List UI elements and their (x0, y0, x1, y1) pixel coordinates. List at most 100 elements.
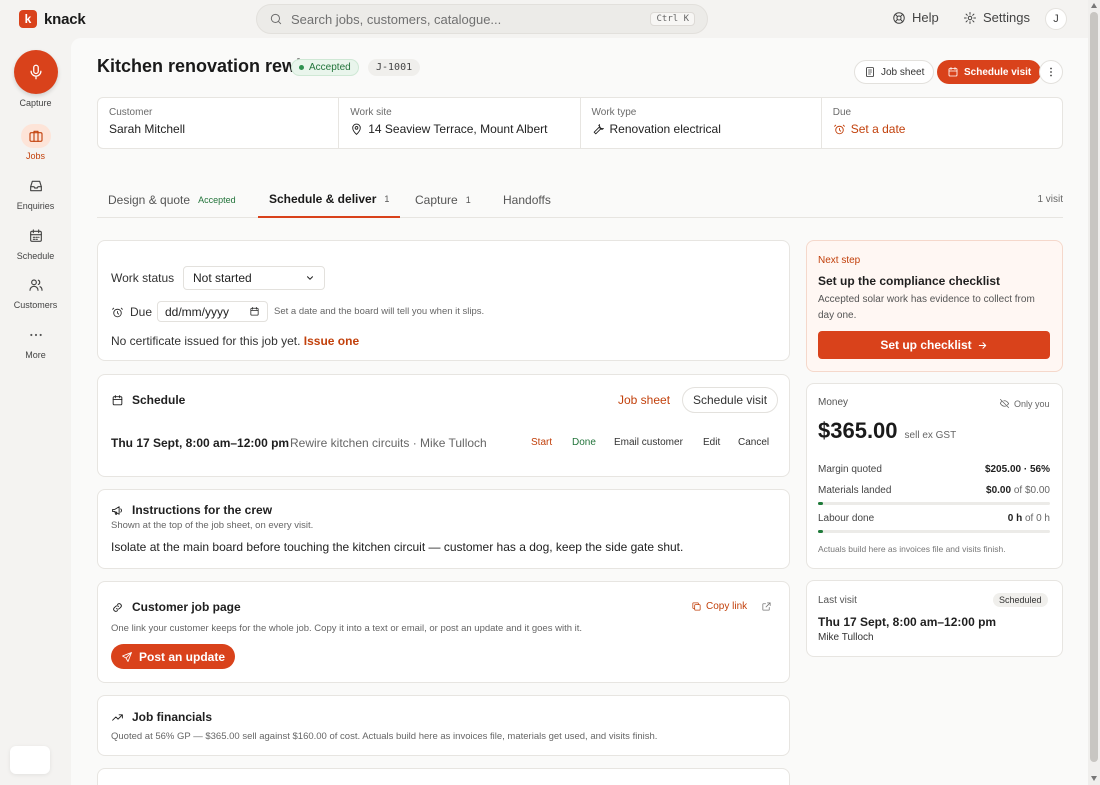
tab-design-quote[interactable]: Design & quote Accepted (97, 182, 247, 218)
settings-button[interactable]: Settings (963, 10, 1030, 25)
help-button[interactable]: Help (892, 10, 939, 25)
labour-of: of 0 h (1024, 513, 1050, 524)
next-step-body: Accepted solar work has evidence to coll… (818, 294, 1035, 321)
margin-label: Margin quoted (818, 464, 882, 475)
post-update-label: Post an update (139, 649, 226, 664)
copy-link-label: Copy link (706, 601, 748, 612)
scroll-down-arrow-icon[interactable] (1091, 776, 1097, 781)
more-options-button[interactable] (1039, 60, 1063, 84)
labour-label: Labour done (818, 513, 875, 524)
visit-edit-button[interactable]: Edit (703, 437, 720, 448)
nav-item-enquiries[interactable]: Enquiries (0, 174, 71, 211)
financials-title: Job financials (111, 710, 212, 724)
visit-cancel-button[interactable]: Cancel (738, 437, 769, 448)
work-status-value: Not started (193, 271, 252, 285)
help-label: Help (912, 10, 939, 25)
due-date-input[interactable]: dd/mm/yyyy (157, 301, 268, 322)
customer-page-title-text: Customer job page (132, 600, 241, 614)
chevron-down-icon (305, 273, 315, 283)
kebab-icon (1045, 66, 1057, 78)
nav-item-more[interactable]: More (0, 323, 71, 360)
tab-capture[interactable]: Capture 1 (404, 182, 482, 218)
alarm-clock-icon (833, 123, 846, 136)
info-due-value: Set a date (850, 122, 906, 136)
top-bar: k knack Ctrl K Help Settings J (0, 0, 1090, 38)
tab-schedule-deliver[interactable]: Schedule & deliver 1 (258, 182, 401, 218)
labour-value: 0 h (1007, 513, 1023, 524)
money-footnote: Actuals build here as invoices file and … (818, 544, 1006, 554)
visit-done-button[interactable]: Done (572, 437, 596, 448)
labour-progress-fill (818, 530, 823, 533)
due-date-placeholder: dd/mm/yyyy (165, 304, 230, 319)
nav-item-jobs[interactable]: Jobs (0, 124, 71, 161)
status-dot (299, 65, 304, 70)
customer-page-subtitle: One link your customer keeps for the who… (111, 623, 583, 634)
work-status-select[interactable]: Not started (183, 266, 325, 290)
post-update-button[interactable]: Post an update (111, 644, 236, 669)
info-site[interactable]: Work site 14 Seaview Terrace, Mount Albe… (339, 98, 581, 148)
page-scrollbar[interactable] (1088, 0, 1100, 785)
instructions-title-text: Instructions for the crew (132, 503, 273, 517)
nav-label-more: More (25, 350, 46, 360)
copy-link-button[interactable]: Copy link (691, 601, 747, 612)
issue-certificate-link[interactable]: Issue one (304, 334, 359, 348)
scroll-thumb[interactable] (1090, 12, 1098, 762)
gear-icon (963, 11, 977, 25)
settings-label: Settings (983, 10, 1030, 25)
visit-start-button[interactable]: Start (531, 437, 552, 448)
info-type[interactable]: Work type Renovation electrical (581, 98, 822, 148)
capture-button[interactable] (14, 50, 58, 94)
megaphone-icon (111, 504, 124, 517)
job-sheet-button[interactable]: Job sheet (854, 60, 935, 84)
schedule-title: Schedule (111, 393, 185, 407)
job-info-bar: Customer Sarah Mitchell Work site 14 Sea… (97, 97, 1063, 149)
copy-icon (691, 601, 702, 612)
nav-item-schedule[interactable]: Schedule (0, 224, 71, 261)
info-customer-value: Sarah Mitchell (109, 122, 186, 136)
instructions-title: Instructions for the crew (111, 503, 272, 517)
schedule-visit-outline-button[interactable]: Schedule visit (682, 387, 779, 413)
job-sheet-label: Job sheet (881, 66, 925, 78)
schedule-job-sheet-link[interactable]: Job sheet (618, 393, 670, 407)
schedule-visit-button[interactable]: Schedule visit (937, 60, 1042, 84)
nav-label-jobs: Jobs (25, 151, 45, 161)
info-due[interactable]: Due Set a date (822, 98, 1062, 148)
materials-progress (818, 502, 1050, 505)
due-hint: Set a date and the board will tell you w… (274, 306, 485, 317)
link-icon (111, 601, 124, 614)
inbox-icon (21, 174, 51, 198)
user-avatar[interactable]: J (1045, 8, 1067, 30)
tab-label-handoffs: Handoffs (503, 193, 551, 207)
nav-item-customers[interactable]: Customers (0, 273, 71, 310)
setup-checklist-button[interactable]: Set up checklist (818, 331, 1050, 359)
tab-handoffs[interactable]: Handoffs (492, 182, 562, 218)
info-due-row[interactable]: Set a date (833, 122, 1051, 136)
financials-title-text: Job financials (132, 710, 213, 724)
instructions-body[interactable]: Isolate at the main board before touchin… (111, 540, 683, 554)
tab-tag-accepted: Accepted (198, 195, 236, 205)
users-icon (21, 273, 51, 297)
scroll-up-arrow-icon[interactable] (1091, 3, 1097, 8)
due-row: Due (111, 305, 152, 319)
money-amount: $365.00 (818, 418, 898, 443)
customer-page-title: Customer job page (111, 600, 241, 614)
brand-logo[interactable]: k knack (19, 10, 86, 28)
alarm-clock-icon (111, 306, 124, 319)
help-widget[interactable] (10, 746, 50, 774)
visit-email-customer-button[interactable]: Email customer (614, 437, 683, 448)
next-step-title: Set up the compliance checklist (818, 274, 1001, 288)
search-bar[interactable]: Ctrl K (256, 4, 708, 34)
calendar-icon (111, 394, 124, 407)
trend-up-icon (111, 711, 124, 724)
job-tabs: Design & quote Accepted Schedule & deliv… (97, 182, 1063, 218)
financials-subtitle: Quoted at 56% GP — $365.00 sell against … (111, 731, 658, 742)
search-input[interactable] (291, 11, 651, 27)
calendar-icon[interactable] (249, 306, 260, 317)
search-icon (269, 12, 283, 26)
document-icon (864, 66, 876, 78)
status-badge: Accepted (291, 59, 359, 76)
external-link-icon[interactable] (761, 601, 772, 612)
info-customer[interactable]: Customer Sarah Mitchell (98, 98, 340, 148)
send-icon (121, 651, 133, 663)
visit-count: 1 visit (1037, 194, 1063, 205)
